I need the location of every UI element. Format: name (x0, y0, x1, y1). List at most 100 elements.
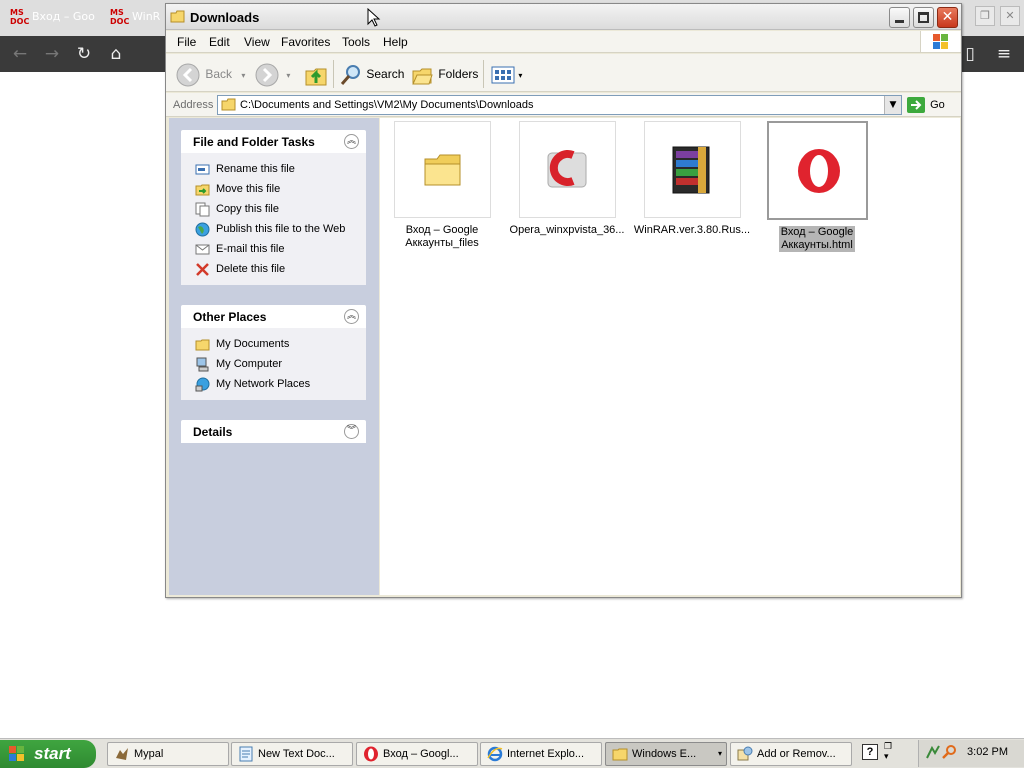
search-tray-icon[interactable] (941, 744, 957, 760)
file-item[interactable]: Opera_winxpvista_36... (505, 121, 629, 237)
panel-header[interactable]: Other Places ︽ (181, 305, 366, 328)
restore-icon[interactable]: ❐ ▾ (884, 742, 892, 762)
window-title: Downloads (190, 10, 260, 25)
toolbar-separator (483, 60, 484, 88)
task-copy-file[interactable]: Copy this file (181, 199, 366, 219)
browser-restore-button[interactable]: ❐ (975, 6, 995, 26)
menu-favorites[interactable]: Favorites (281, 35, 330, 49)
taskbar-button-ie[interactable]: Internet Explo... (480, 742, 602, 766)
taskbar-button-explorer[interactable]: Windows E... ▾ (605, 742, 727, 766)
folders-icon (412, 68, 433, 85)
task-publish-web[interactable]: Publish this file to the Web (181, 219, 366, 239)
taskbar-button-add-remove[interactable]: Add or Remov... (730, 742, 852, 766)
address-field[interactable]: C:\Documents and Settings\VM2\My Documen… (217, 95, 902, 115)
folder-icon (170, 10, 185, 23)
file-item[interactable]: Вход – Google Аккаунты_files (380, 121, 504, 250)
up-folder-button[interactable] (304, 61, 328, 87)
file-view: Вход – Google Аккаунты_files Opera_winxp… (380, 118, 960, 595)
panel-header[interactable]: Details ︾ (181, 420, 366, 443)
file-thumbnail (393, 121, 491, 218)
collapse-chevron-icon[interactable]: ︽ (344, 134, 359, 149)
ms-doc-icon: MS DOC (10, 8, 30, 26)
browser-close-button[interactable]: ✕ (1000, 6, 1020, 26)
task-delete-file[interactable]: Delete this file (181, 259, 366, 279)
standard-toolbar: Back ▾ ▾ Search Folders ▾ (166, 54, 961, 92)
address-label: Address (173, 99, 214, 111)
file-item[interactable]: WinRAR.ver.3.80.Rus... (630, 121, 754, 237)
opera-installer-icon (547, 150, 586, 188)
rename-icon (195, 164, 210, 175)
collapse-chevron-icon[interactable]: ︽ (344, 309, 359, 324)
up-folder-icon (305, 68, 327, 86)
help-icon[interactable]: ? (862, 744, 878, 760)
taskbar-button-mypal[interactable]: Mypal (107, 742, 229, 766)
forward-arrow-icon (255, 63, 279, 87)
task-email-file[interactable]: E-mail this file (181, 239, 366, 259)
network-tray-icon[interactable] (925, 744, 941, 760)
forward-button[interactable]: ▾ (255, 61, 290, 87)
maximize-button[interactable] (913, 7, 934, 28)
folders-button[interactable]: Folders (411, 61, 478, 87)
menu-view[interactable]: View (244, 35, 270, 49)
back-arrow-icon (176, 63, 200, 87)
taskbar-button-notepad[interactable]: New Text Doc... (231, 742, 353, 766)
other-places-panel: Other Places ︽ My Documents My Computer … (181, 305, 366, 400)
search-icon (340, 64, 360, 85)
browser-home-icon[interactable]: ⌂ (104, 42, 128, 66)
menu-tools[interactable]: Tools (342, 35, 370, 49)
title-bar[interactable]: Downloads ✕ (166, 4, 961, 30)
task-pane: File and Folder Tasks ︽ Rename this file… (169, 118, 379, 595)
go-button[interactable]: Go (907, 96, 945, 114)
expand-chevron-icon[interactable]: ︾ (344, 424, 359, 439)
browser-menu-icon[interactable]: ≡ (992, 42, 1016, 66)
file-thumbnail (643, 121, 741, 218)
clock: 3:02 PM (967, 746, 1008, 758)
copy-icon (195, 202, 210, 217)
browser-back-icon[interactable]: ← (8, 42, 32, 66)
windows-flag-icon (9, 746, 24, 761)
toolbar-separator (333, 60, 334, 88)
menu-edit[interactable]: Edit (209, 35, 230, 49)
place-my-documents[interactable]: My Documents (181, 334, 366, 354)
task-move-file[interactable]: Move this file (181, 179, 366, 199)
mouse-cursor-icon (367, 8, 381, 27)
file-thumbnail (518, 121, 616, 218)
taskbar-button-opera[interactable]: Вход – Googl... (356, 742, 478, 766)
notepad-icon (239, 746, 253, 762)
folder-icon (195, 339, 210, 351)
task-rename-file[interactable]: Rename this file (181, 159, 366, 179)
views-button[interactable]: ▾ (491, 61, 522, 87)
system-tray: 3:02 PM (918, 740, 1024, 767)
minimize-button[interactable] (889, 7, 910, 28)
place-my-network[interactable]: My Network Places (181, 374, 366, 394)
panel-header[interactable]: File and Folder Tasks ︽ (181, 130, 366, 153)
file-thumbnail (766, 121, 868, 220)
details-panel: Details ︾ (181, 420, 366, 443)
ms-doc-icon: MS DOC (110, 8, 130, 26)
browser-reload-icon[interactable]: ↻ (72, 42, 96, 66)
taskbar: start Mypal New Text Doc... Вход – Googl… (0, 738, 1024, 768)
file-item-selected[interactable]: Вход – Google Аккаунты.html (755, 121, 879, 255)
browser-forward-icon[interactable]: → (40, 42, 64, 66)
menu-help[interactable]: Help (383, 35, 408, 49)
browser-tab[interactable]: MS DOC WinR (104, 4, 164, 32)
address-dropdown-button[interactable]: ▼ (884, 96, 901, 114)
views-icon (491, 66, 515, 84)
back-button[interactable]: Back ▾ (176, 61, 245, 87)
search-button[interactable]: Search (339, 61, 404, 87)
file-name: Opera_winxpvista_36... (509, 224, 625, 236)
email-icon (195, 244, 210, 255)
file-name: Вход – Google Аккаунты_files (405, 224, 479, 249)
opera-icon (797, 149, 840, 193)
explorer-window: Downloads ✕ File Edit View Favorites Too… (165, 3, 962, 598)
menu-file[interactable]: File (177, 35, 196, 49)
move-icon (195, 184, 210, 196)
menu-bar: File Edit View Favorites Tools Help (166, 31, 961, 53)
close-button[interactable]: ✕ (937, 7, 958, 28)
start-button[interactable]: start (0, 740, 96, 768)
address-path: C:\Documents and Settings\VM2\My Documen… (240, 99, 534, 111)
folder-icon (424, 154, 460, 186)
place-my-computer[interactable]: My Computer (181, 354, 366, 374)
folder-icon (612, 748, 628, 761)
browser-tab[interactable]: MS DOC Вход – Goo (4, 4, 99, 32)
